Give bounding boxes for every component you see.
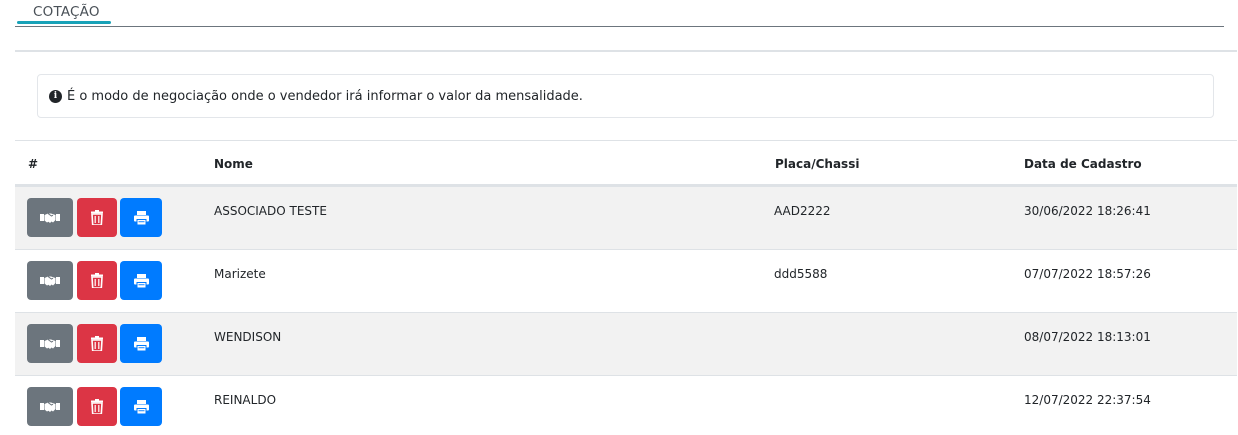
tab-bar: COTAÇÃO: [15, 0, 1224, 27]
header-plate: Placa/Chassi: [775, 157, 860, 171]
cell-name: Marizete: [214, 267, 266, 281]
print-icon: [133, 399, 149, 414]
handshake-icon: [40, 337, 60, 351]
info-text: É o modo de negociação onde o vendedor i…: [67, 88, 583, 104]
negotiate-button[interactable]: [27, 261, 73, 300]
delete-button[interactable]: [77, 324, 117, 363]
cell-date: 08/07/2022 18:13:01: [1024, 330, 1151, 344]
print-button[interactable]: [120, 261, 162, 300]
cell-name: REINALDO: [214, 393, 277, 407]
negotiate-button[interactable]: [27, 198, 73, 237]
cell-name: WENDISON: [214, 330, 282, 344]
trash-icon: [91, 336, 103, 351]
print-icon: [133, 273, 149, 288]
print-icon: [133, 210, 149, 225]
table-row: REINALDO 12/07/2022 22:37:54: [15, 375, 1237, 435]
table-row: ASSOCIADO TESTE AAD2222 30/06/2022 18:26…: [15, 186, 1237, 249]
handshake-icon: [40, 400, 60, 414]
trash-icon: [91, 273, 103, 288]
trash-icon: [91, 399, 103, 414]
print-button[interactable]: [120, 198, 162, 237]
table-header: # Nome Placa/Chassi Data de Cadastro: [15, 141, 1237, 186]
handshake-icon: [40, 211, 60, 225]
negotiate-button[interactable]: [27, 324, 73, 363]
delete-button[interactable]: [77, 198, 117, 237]
header-date: Data de Cadastro: [1024, 157, 1142, 171]
delete-button[interactable]: [77, 387, 117, 426]
negotiate-button[interactable]: [27, 387, 73, 426]
info-alert: i É o modo de negociação onde o vendedor…: [37, 74, 1214, 118]
cell-date: 07/07/2022 18:57:26: [1024, 267, 1151, 281]
tab-active-indicator: [17, 21, 111, 24]
header-hash: #: [28, 157, 39, 171]
handshake-icon: [40, 274, 60, 288]
cell-plate: ddd5588: [774, 267, 828, 281]
cell-plate: AAD2222: [774, 204, 831, 218]
print-button[interactable]: [120, 387, 162, 426]
table-row: WENDISON 08/07/2022 18:13:01: [15, 312, 1237, 375]
cell-name: ASSOCIADO TESTE: [214, 204, 327, 218]
delete-button[interactable]: [77, 261, 117, 300]
cell-date: 30/06/2022 18:26:41: [1024, 204, 1151, 218]
divider: [15, 50, 1237, 52]
print-button[interactable]: [120, 324, 162, 363]
info-icon: i: [49, 89, 62, 103]
table-body: ASSOCIADO TESTE AAD2222 30/06/2022 18:26…: [15, 186, 1237, 435]
trash-icon: [91, 210, 103, 225]
cotacao-table: # Nome Placa/Chassi Data de Cadastro ASS…: [15, 140, 1237, 435]
table-row: Marizete ddd5588 07/07/2022 18:57:26: [15, 249, 1237, 312]
header-name: Nome: [214, 157, 253, 171]
print-icon: [133, 336, 149, 351]
cell-date: 12/07/2022 22:37:54: [1024, 393, 1151, 407]
